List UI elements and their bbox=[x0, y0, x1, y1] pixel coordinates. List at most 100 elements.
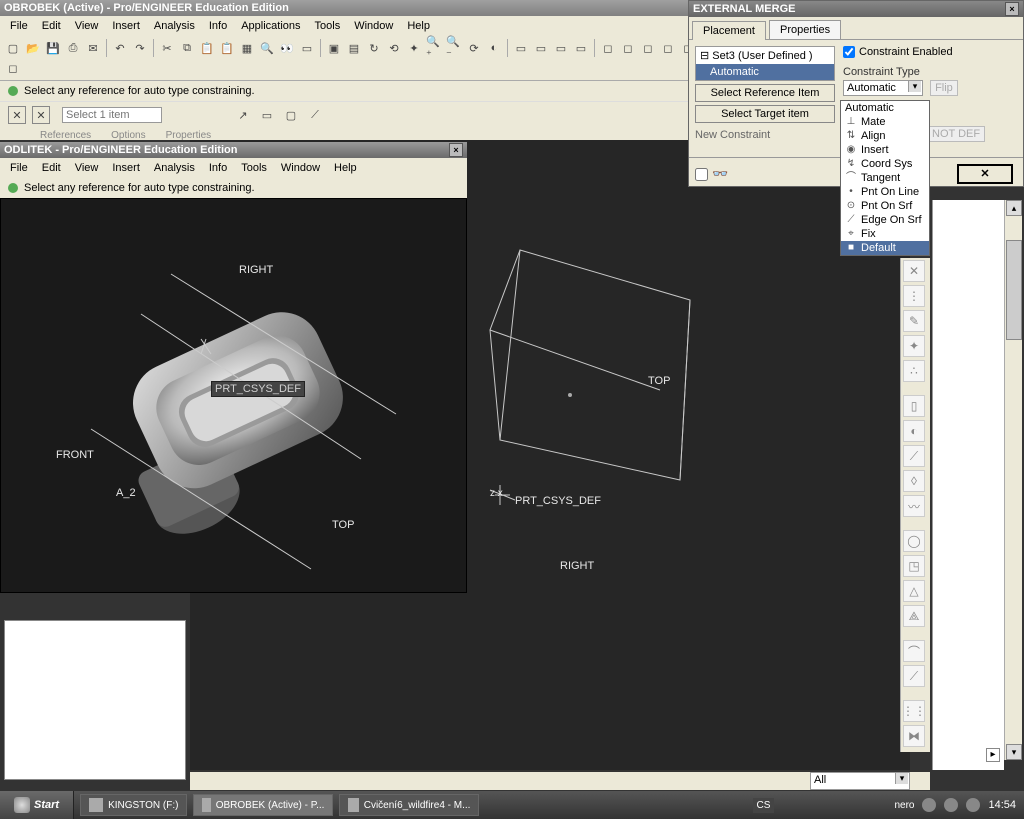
chamfer-icon[interactable]: ⟋ bbox=[903, 665, 925, 687]
opt-default[interactable]: ■Default bbox=[841, 241, 929, 255]
sec-titlebar[interactable]: ODLITEK - Pro/ENGINEER Education Edition… bbox=[0, 142, 467, 158]
orient-icon[interactable]: ⟲ bbox=[385, 39, 403, 57]
sec-viewport[interactable]: RIGHT FRONT TOP A_2 PRT_CSYS_DEF bbox=[0, 198, 467, 593]
menu-tools[interactable]: Tools bbox=[309, 18, 347, 34]
xref1-icon[interactable]: ✕ bbox=[8, 106, 26, 124]
opt-insert[interactable]: ◉Insert bbox=[841, 143, 929, 157]
xref2-icon[interactable]: ✕ bbox=[32, 106, 50, 124]
preview-check[interactable] bbox=[695, 168, 708, 181]
nero-label[interactable]: nero bbox=[894, 800, 914, 811]
dash2-icon[interactable]: ▭ bbox=[258, 106, 276, 124]
datum6-icon[interactable]: ◻ bbox=[4, 59, 22, 77]
smenu-analysis[interactable]: Analysis bbox=[148, 160, 201, 176]
flip-button[interactable]: Flip bbox=[930, 80, 958, 96]
round-icon[interactable]: ⌒ bbox=[903, 640, 925, 662]
constraint-enabled-checkbox[interactable] bbox=[843, 46, 855, 58]
task-cviceni[interactable]: Cvičení6_wildfire4 - M... bbox=[339, 794, 479, 816]
view1-icon[interactable]: ▣ bbox=[325, 39, 343, 57]
rib-icon[interactable]: △ bbox=[903, 580, 925, 602]
select-reference-button[interactable]: Select Reference Item bbox=[695, 84, 835, 102]
model-tree-box[interactable] bbox=[4, 620, 186, 780]
extrude-icon[interactable]: ▯ bbox=[903, 395, 925, 417]
spin-icon[interactable]: ↻ bbox=[365, 39, 383, 57]
select-target-button[interactable]: Select Target item bbox=[695, 105, 835, 123]
swept-blend-icon[interactable]: 〰 bbox=[903, 495, 925, 517]
zoomout-icon[interactable]: 🔍⁻ bbox=[445, 39, 463, 57]
opt-automatic[interactable]: Automatic bbox=[841, 101, 929, 115]
smenu-help[interactable]: Help bbox=[328, 160, 363, 176]
redo-icon[interactable]: ↷ bbox=[131, 39, 149, 57]
menu-edit[interactable]: Edit bbox=[36, 18, 67, 34]
scroll-down-icon[interactable]: ▾ bbox=[1006, 744, 1022, 760]
menu-window[interactable]: Window bbox=[348, 18, 399, 34]
auto-row[interactable]: Automatic bbox=[696, 64, 834, 80]
menu-analysis[interactable]: Analysis bbox=[148, 18, 201, 34]
opt-mate[interactable]: ⊥Mate bbox=[841, 115, 929, 129]
copy-icon[interactable]: ⧉ bbox=[178, 39, 196, 57]
task-obrobek[interactable]: OBROBEK (Active) - P... bbox=[193, 794, 333, 816]
mirror-icon[interactable]: ⧓ bbox=[903, 725, 925, 747]
disp1-icon[interactable]: ▭ bbox=[512, 39, 530, 57]
fit-icon[interactable]: ✦ bbox=[405, 39, 423, 57]
constraint-type-dropdown[interactable]: Automatic ⊥Mate ⇅Align ◉Insert ↯Coord Sy… bbox=[840, 100, 930, 256]
constraint-enabled-check[interactable]: Constraint Enabled bbox=[843, 46, 1017, 58]
menu-insert[interactable]: Insert bbox=[106, 18, 146, 34]
opt-edgeonsrf[interactable]: ⟋Edge On Srf bbox=[841, 213, 929, 227]
disp3-icon[interactable]: ▭ bbox=[552, 39, 570, 57]
scroll-up-icon[interactable]: ▴ bbox=[1006, 200, 1022, 216]
set-row[interactable]: ⊟ Set3 (User Defined ) bbox=[696, 47, 834, 64]
new-constraint-link[interactable]: New Constraint bbox=[695, 123, 835, 147]
right-scrollbar[interactable]: ▴ ▾ bbox=[1004, 200, 1022, 760]
dash1-icon[interactable]: ↗ bbox=[234, 106, 252, 124]
mail-icon[interactable]: ✉ bbox=[84, 39, 102, 57]
tray-icon[interactable] bbox=[944, 798, 958, 812]
datum-axis-icon[interactable]: ⋮ bbox=[903, 285, 925, 307]
datum3-icon[interactable]: ◻ bbox=[639, 39, 657, 57]
smenu-file[interactable]: File bbox=[4, 160, 34, 176]
find-icon[interactable]: 🔍 bbox=[258, 39, 276, 57]
constraint-type-combo[interactable]: Automatic bbox=[843, 80, 923, 96]
tray-icon[interactable] bbox=[922, 798, 936, 812]
tab-properties[interactable]: Properties bbox=[769, 20, 841, 39]
menu-applications[interactable]: Applications bbox=[235, 18, 306, 34]
save-icon[interactable]: 💾 bbox=[44, 39, 62, 57]
regen-icon[interactable]: ▦ bbox=[238, 39, 256, 57]
undo-icon[interactable]: ↶ bbox=[111, 39, 129, 57]
select-item-input[interactable] bbox=[62, 107, 162, 123]
disp2-icon[interactable]: ▭ bbox=[532, 39, 550, 57]
repaint-icon[interactable]: ⟳ bbox=[465, 39, 483, 57]
scroll-thumb[interactable] bbox=[1006, 240, 1022, 340]
dash3-icon[interactable]: ▢ bbox=[282, 106, 300, 124]
dialog-close-button[interactable]: ✕ bbox=[957, 164, 1013, 184]
cut-icon[interactable]: ✂ bbox=[158, 39, 176, 57]
print-icon[interactable]: ⎙ bbox=[64, 39, 82, 57]
hole-icon[interactable]: ◯ bbox=[903, 530, 925, 552]
glasses-icon[interactable]: 👓 bbox=[712, 166, 728, 182]
opt-align[interactable]: ⇅Align bbox=[841, 129, 929, 143]
sketch-icon[interactable]: ✎ bbox=[903, 310, 925, 332]
constraint-set-tree[interactable]: ⊟ Set3 (User Defined ) Automatic bbox=[695, 46, 835, 81]
menu-help[interactable]: Help bbox=[401, 18, 436, 34]
open-icon[interactable]: 📂 bbox=[24, 39, 42, 57]
tab-placement[interactable]: Placement bbox=[692, 21, 766, 40]
datum-point-icon[interactable]: ∴ bbox=[903, 360, 925, 382]
pattern-icon[interactable]: ⋮⋮ bbox=[903, 700, 925, 722]
datum-plane-icon[interactable]: ✕ bbox=[903, 260, 925, 282]
sel-icon[interactable]: ▭ bbox=[298, 39, 316, 57]
binoc-icon[interactable]: 👀 bbox=[278, 39, 296, 57]
opt-pntonsrf[interactable]: ⊙Pnt On Srf bbox=[841, 199, 929, 213]
filter-all-combo[interactable]: All bbox=[810, 772, 910, 790]
smenu-window[interactable]: Window bbox=[275, 160, 326, 176]
paste2-icon[interactable]: 📋 bbox=[218, 39, 236, 57]
tray-icon[interactable] bbox=[966, 798, 980, 812]
menu-file[interactable]: File bbox=[4, 18, 34, 34]
datum2-icon[interactable]: ◻ bbox=[619, 39, 637, 57]
sweep-icon[interactable]: ⟋ bbox=[903, 445, 925, 467]
new-icon[interactable]: ▢ bbox=[4, 39, 22, 57]
smenu-edit[interactable]: Edit bbox=[36, 160, 67, 176]
task-kingston[interactable]: KINGSTON (F:) bbox=[80, 794, 187, 816]
opt-coordsys[interactable]: ↯Coord Sys bbox=[841, 157, 929, 171]
shade-icon[interactable]: ◐ bbox=[485, 39, 503, 57]
smenu-view[interactable]: View bbox=[69, 160, 105, 176]
menu-info[interactable]: Info bbox=[203, 18, 233, 34]
